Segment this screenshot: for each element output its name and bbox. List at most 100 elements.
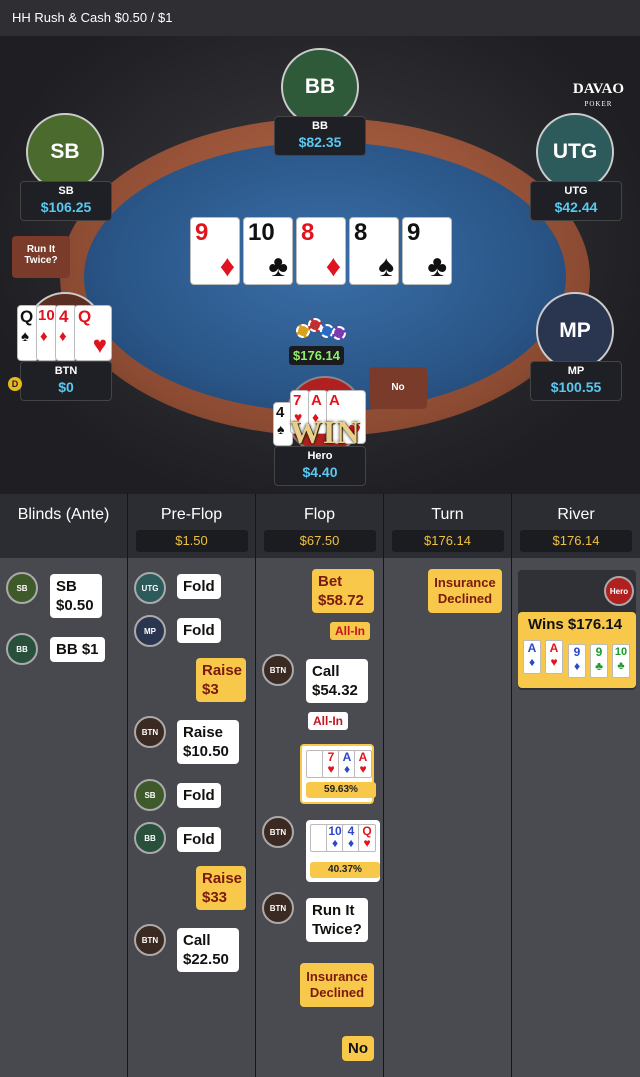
action-bubble: Fold	[177, 618, 221, 643]
column-header: River $176.14	[512, 494, 640, 558]
pot-amount: $176.14	[289, 346, 344, 365]
seat-sb-avatar[interactable]: SB	[26, 113, 104, 191]
card-rank: 10	[38, 307, 55, 324]
street-pot: $176.14	[391, 530, 504, 552]
avatar-btn: BTN	[262, 654, 294, 686]
avatar-label: SB	[16, 583, 28, 593]
card-suit: ♦	[40, 328, 48, 345]
seat-stack: $4.40	[302, 464, 338, 480]
seat-stack: $42.44	[554, 199, 598, 215]
seat-name: MP	[567, 365, 585, 377]
hero-action-bubble: Raise $33	[196, 866, 246, 910]
avatar-sb: SB	[6, 572, 38, 604]
card-rank: Q	[20, 307, 34, 326]
seat-utg-avatar[interactable]: UTG	[536, 113, 614, 191]
seat-name: BB	[312, 120, 328, 132]
street-pot: $176.14	[520, 530, 632, 552]
card-rank: 9	[573, 645, 581, 659]
all-in-tag: All-In	[308, 712, 348, 730]
mini-card: 9 ♦	[568, 644, 586, 678]
card-suit: ♠	[21, 328, 29, 345]
action-bubble: Fold	[177, 827, 221, 852]
street-name: Turn	[431, 506, 464, 523]
avatar-label: BB	[16, 644, 28, 654]
action-bubble: BB $1	[50, 637, 105, 662]
hero-action-bubble: No	[342, 1036, 374, 1061]
card-suit: ♠	[277, 421, 285, 437]
street-name: River	[557, 506, 595, 523]
avatar-label: BB	[144, 833, 156, 843]
card-suit: ♦	[331, 836, 339, 850]
avatar-label: BTN	[141, 935, 159, 945]
mini-card: A ♥	[545, 640, 563, 674]
hand-title: HH Rush & Cash $0.50 / $1	[12, 10, 173, 25]
hero-equity-card: 4 ♠ 7 ♥ A ♦ A ♥ 59.63%	[300, 744, 376, 804]
action-bubble: Call $22.50	[177, 928, 239, 972]
insurance-bubble: Insurance Declined	[428, 569, 502, 613]
action-bubble: Run It Twice?	[306, 898, 368, 942]
action-bubble: Fold	[177, 783, 221, 808]
card-rank: 4	[59, 307, 69, 326]
mini-card: Q ♥	[358, 824, 376, 852]
card-suit: ♣	[427, 250, 447, 283]
column-header: Pre-Flop $1.50	[128, 494, 255, 558]
header-bar: HH Rush & Cash $0.50 / $1	[0, 0, 640, 36]
card-rank: 8	[354, 219, 368, 246]
avatar-label: MP	[144, 626, 156, 636]
avatar-label: SB	[144, 790, 156, 800]
column-header: Turn $176.14	[384, 494, 511, 558]
card-suit: ♥	[327, 762, 335, 776]
action-bubble: Fold	[177, 574, 221, 599]
action-bubble: Call $54.32	[306, 659, 368, 703]
logo: DAVAO POKER	[573, 82, 624, 112]
no-label: No	[391, 382, 405, 393]
seat-bb-avatar[interactable]: BB	[281, 48, 359, 126]
seat-badge: SB	[50, 140, 80, 163]
card-rank: 8	[301, 219, 315, 246]
chip-icon	[332, 326, 346, 340]
seat-mp-plate: MP $100.55	[530, 361, 622, 401]
avatar-btn: BTN	[262, 892, 294, 924]
pot-chips-icon	[292, 318, 348, 346]
avatar-label: BTN	[269, 903, 287, 913]
card-suit: ♦	[325, 250, 341, 283]
seat-utg-plate: UTG $42.44	[530, 181, 622, 221]
card-suit: ♦	[219, 250, 235, 283]
mini-card: A ♦	[523, 640, 541, 674]
card-suit: ♥	[550, 655, 558, 669]
seat-hero-plate: Hero $4.40	[274, 446, 366, 486]
card-suit: ♥	[92, 332, 107, 359]
avatar-btn: BTN	[134, 924, 166, 956]
seat-name: Hero	[307, 450, 333, 462]
card-rank: 7	[293, 392, 302, 409]
seat-name: UTG	[564, 185, 588, 197]
card-rank: 9	[595, 645, 603, 659]
board-card-2: 10 ♣	[243, 217, 293, 285]
card-rank: Q	[78, 307, 92, 326]
wins-amount: Wins $176.14	[528, 616, 623, 633]
insurance-bubble: Insurance Declined	[300, 963, 374, 1007]
street-name: Flop	[303, 506, 336, 523]
card-suit: ♣	[595, 659, 603, 673]
avatar-label: BTN	[141, 727, 159, 737]
mini-card: 9 ♣	[590, 644, 608, 678]
seat-stack: $82.35	[298, 134, 342, 150]
seat-mp-avatar[interactable]: MP	[536, 292, 614, 370]
run-it-twice-indicator: Run It Twice?	[12, 236, 70, 278]
card-suit: ♦	[528, 655, 536, 669]
board-card-3: 8 ♦	[296, 217, 346, 285]
seat-name: BTN	[54, 365, 78, 377]
seat-btn-plate: BTN $0	[20, 361, 112, 401]
card-rank: 10	[614, 646, 628, 658]
avatar-utg: UTG	[134, 572, 166, 604]
seat-name: SB	[58, 185, 74, 197]
card-suit: ♦	[343, 762, 351, 776]
btn-hole-card-4: Q ♥	[74, 305, 112, 361]
mini-card: A ♥	[354, 750, 372, 778]
run-it-twice-label: Run It Twice?	[24, 244, 58, 266]
board-card-4: 8 ♠	[349, 217, 399, 285]
street-pot: $1.50	[135, 530, 248, 552]
column-header: Flop $67.50	[256, 494, 383, 558]
avatar-bb: BB	[6, 633, 38, 665]
card-suit: ♣	[617, 660, 625, 672]
